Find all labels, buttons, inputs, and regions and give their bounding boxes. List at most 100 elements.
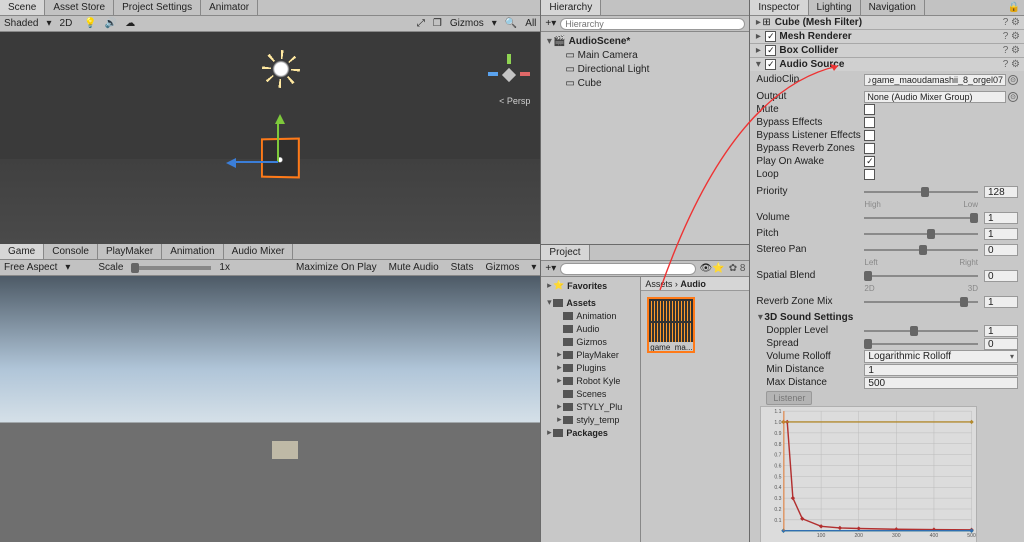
folder-plugins[interactable]: ▸Plugins xyxy=(541,361,640,374)
stats-toggle[interactable]: Stats xyxy=(447,261,478,274)
hier-dir-light[interactable]: Directional Light xyxy=(578,64,650,75)
aspect-dropdown[interactable]: Free Aspect xyxy=(0,261,61,274)
tab-console[interactable]: Console xyxy=(44,244,98,259)
tab-lighting[interactable]: Lighting xyxy=(809,0,861,15)
tab-asset-store[interactable]: Asset Store xyxy=(45,0,114,15)
view-gizmo[interactable] xyxy=(494,60,524,90)
box-collider-enable[interactable]: ✓ xyxy=(765,45,776,56)
gizmos-toggle[interactable]: Gizmos xyxy=(481,261,523,274)
stereo-slider[interactable] xyxy=(864,245,978,255)
scene-shading-dropdown[interactable]: Shaded xyxy=(0,17,42,30)
spatial-slider[interactable] xyxy=(864,271,978,281)
folder-playmaker[interactable]: ▸PlayMaker xyxy=(541,348,640,361)
hier-main-camera[interactable]: Main Camera xyxy=(578,50,638,61)
folder-gizmos[interactable]: Gizmos xyxy=(541,335,640,348)
stereo-value[interactable]: 0 xyxy=(984,244,1018,256)
tab-animation[interactable]: Animation xyxy=(162,244,223,259)
mesh-filter-header[interactable]: Cube (Mesh Filter) xyxy=(775,17,999,28)
rolloff-chart[interactable]: 0.10.20.30.40.50.60.70.80.91.01.11002003… xyxy=(760,406,977,542)
help-icon[interactable]: ? ⚙ xyxy=(1003,17,1020,28)
spatial-value[interactable]: 0 xyxy=(984,270,1018,282)
tab-navigation[interactable]: Navigation xyxy=(861,0,925,15)
foldout-icon[interactable]: ▸ xyxy=(754,45,762,56)
loop-checkbox[interactable] xyxy=(864,169,875,180)
project-folder-tree[interactable]: ▸⭐ Favorites ▾Assets Animation Audio Giz… xyxy=(541,277,641,542)
reverb-value[interactable]: 1 xyxy=(984,296,1018,308)
foldout-icon[interactable]: ▸ xyxy=(754,17,762,28)
audioclip-field[interactable]: ♪ game_maoudamashii_8_orgel07 xyxy=(864,74,1006,86)
hierarchy-toolbar[interactable]: +▾ xyxy=(541,16,749,32)
inspector-tabs[interactable]: Inspector Lighting Navigation 🔒 xyxy=(750,0,1024,16)
listener-button[interactable]: Listener xyxy=(766,391,812,405)
project-breadcrumb[interactable]: Assets › Audio xyxy=(641,277,749,291)
hierarchy-tree[interactable]: ▾🎬 AudioScene* ▭ Main Camera ▭ Direction… xyxy=(541,32,749,92)
pitch-slider[interactable] xyxy=(864,229,978,239)
folder-audio[interactable]: Audio xyxy=(541,322,640,335)
tab-inspector[interactable]: Inspector xyxy=(750,0,808,15)
mesh-renderer-enable[interactable]: ✓ xyxy=(765,31,776,42)
foldout-icon[interactable]: ▸ xyxy=(754,31,762,42)
doppler-value[interactable]: 1 xyxy=(984,325,1018,337)
maximize-toggle[interactable]: Maximize On Play xyxy=(292,261,381,274)
game-tabs[interactable]: Game Console PlayMaker Animation Audio M… xyxy=(0,244,540,260)
hierarchy-create-button[interactable]: +▾ xyxy=(545,18,556,29)
bypass-effects-checkbox[interactable] xyxy=(864,117,875,128)
mesh-renderer-header[interactable]: Mesh Renderer xyxy=(779,31,998,42)
spread-slider[interactable] xyxy=(864,339,978,349)
project-assets-grid[interactable]: game_ma... xyxy=(641,291,749,542)
game-view[interactable] xyxy=(0,276,540,542)
scene-tabs[interactable]: Scene Asset Store Project Settings Anima… xyxy=(0,0,540,16)
foldout-icon[interactable]: ▾ xyxy=(754,59,762,70)
three-d-header[interactable]: 3D Sound Settings xyxy=(764,312,853,323)
folder-animation[interactable]: Animation xyxy=(541,309,640,322)
tab-playmaker[interactable]: PlayMaker xyxy=(98,244,162,259)
spread-value[interactable]: 0 xyxy=(984,338,1018,350)
output-field[interactable]: None (Audio Mixer Group) xyxy=(864,91,1006,103)
bypass-listener-checkbox[interactable] xyxy=(864,130,875,141)
scene-2d-toggle[interactable]: 2D xyxy=(56,17,77,30)
tab-project[interactable]: Project xyxy=(541,245,589,260)
folder-robot kyle[interactable]: ▸Robot Kyle xyxy=(541,374,640,387)
reverb-slider[interactable] xyxy=(864,297,978,307)
min-dist-value[interactable]: 1 xyxy=(864,364,1018,376)
help-icon[interactable]: ? ⚙ xyxy=(1003,59,1020,70)
object-picker-icon[interactable]: ⊙ xyxy=(1008,75,1018,85)
help-icon[interactable]: ? ⚙ xyxy=(1003,45,1020,56)
mute-checkbox[interactable] xyxy=(864,104,875,115)
tab-project-settings[interactable]: Project Settings xyxy=(114,0,201,15)
pitch-value[interactable]: 1 xyxy=(984,228,1018,240)
tab-animator[interactable]: Animator xyxy=(201,0,258,15)
priority-value[interactable]: 128 xyxy=(984,186,1018,198)
rolloff-dropdown[interactable]: Logarithmic Rolloff xyxy=(864,350,1018,363)
volume-slider[interactable] xyxy=(864,213,978,223)
folder-styly_plu[interactable]: ▸STYLY_Plu xyxy=(541,400,640,413)
hierarchy-search-input[interactable] xyxy=(560,18,745,30)
projection-label[interactable]: < Persp xyxy=(499,96,530,106)
inspector-lock-icon[interactable]: 🔒 xyxy=(1004,2,1024,13)
play-awake-checkbox[interactable]: ✓ xyxy=(864,156,875,167)
object-picker-icon[interactable]: ⊙ xyxy=(1008,92,1018,102)
folder-scenes[interactable]: Scenes xyxy=(541,387,640,400)
scene-gizmos-dropdown[interactable]: Gizmos xyxy=(446,17,488,30)
bc-assets[interactable]: Assets xyxy=(645,279,672,289)
doppler-slider[interactable] xyxy=(864,326,978,336)
scene-view[interactable]: < Persp xyxy=(0,32,540,244)
scene-toolbar[interactable]: Shaded▾ 2D 💡🔊☁ ⤢❐ Gizmos▾ 🔍All xyxy=(0,16,540,32)
max-dist-value[interactable]: 500 xyxy=(864,377,1018,389)
foldout-icon[interactable]: ▾ xyxy=(756,312,764,323)
priority-slider[interactable] xyxy=(864,187,978,197)
assets-folder[interactable]: Assets xyxy=(566,298,596,308)
game-toolbar[interactable]: Free Aspect▾ Scale 1x Maximize On Play M… xyxy=(0,260,540,276)
project-search-input[interactable] xyxy=(560,263,695,275)
tab-scene[interactable]: Scene xyxy=(0,0,45,15)
project-toolbar[interactable]: +▾ 👁⭐✿ 8 xyxy=(541,261,749,277)
packages-folder[interactable]: Packages xyxy=(566,428,608,438)
tab-game[interactable]: Game xyxy=(0,244,44,259)
folder-styly_temp[interactable]: ▸styly_temp xyxy=(541,413,640,426)
box-collider-header[interactable]: Box Collider xyxy=(779,45,998,56)
bc-audio[interactable]: Audio xyxy=(680,279,706,289)
audio-source-enable[interactable]: ✓ xyxy=(765,59,776,70)
project-create-button[interactable]: +▾ xyxy=(545,263,556,274)
favorites-folder[interactable]: Favorites xyxy=(567,281,607,291)
hier-cube[interactable]: Cube xyxy=(578,78,602,89)
